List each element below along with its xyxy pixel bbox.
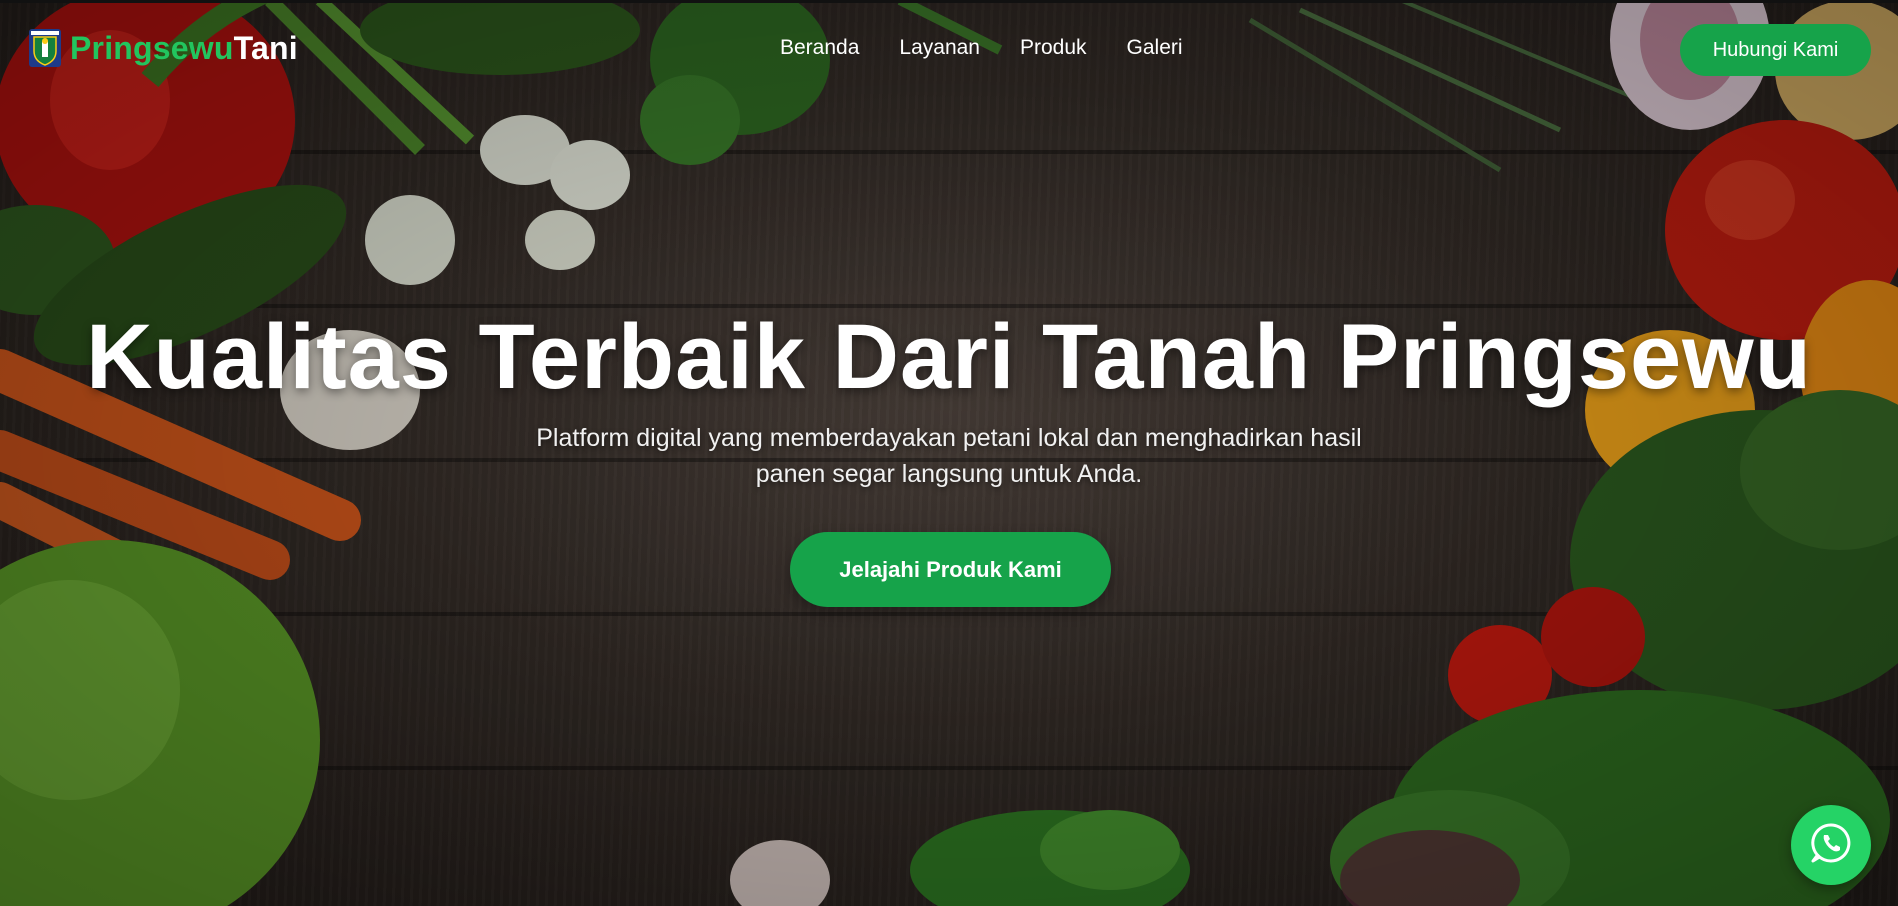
brand-name: PringsewuTani	[70, 30, 298, 67]
brand-name-part1: Pringsewu	[70, 29, 234, 66]
nav-link-layanan[interactable]: Layanan	[899, 33, 980, 63]
navbar: PringsewuTani Beranda Layanan Produk Gal…	[0, 3, 1898, 93]
hero-subtitle-line2: panen segar langsung untuk Anda.	[755, 460, 1143, 488]
brand-name-part2: Tani	[233, 29, 298, 66]
hero-subtitle: Platform digital yang memberdayakan peta…	[449, 420, 1449, 492]
top-border	[0, 0, 1898, 3]
hero-subtitle-line1: Platform digital yang memberdayakan peta…	[536, 424, 1362, 452]
regency-crest-icon	[28, 28, 62, 68]
nav-link-beranda[interactable]: Beranda	[780, 33, 859, 63]
explore-products-button[interactable]: Jelajahi Produk Kami	[790, 532, 1111, 607]
nav-link-produk[interactable]: Produk	[1020, 33, 1087, 63]
contact-button[interactable]: Hubungi Kami	[1680, 24, 1871, 76]
hero-title: Kualitas Terbaik Dari Tanah Pringsewu	[86, 306, 1812, 408]
whatsapp-button[interactable]	[1791, 805, 1871, 885]
whatsapp-icon	[1809, 821, 1853, 869]
nav-link-galeri[interactable]: Galeri	[1127, 33, 1183, 63]
brand[interactable]: PringsewuTani	[28, 27, 298, 69]
main-nav: Beranda Layanan Produk Galeri	[780, 33, 1183, 63]
